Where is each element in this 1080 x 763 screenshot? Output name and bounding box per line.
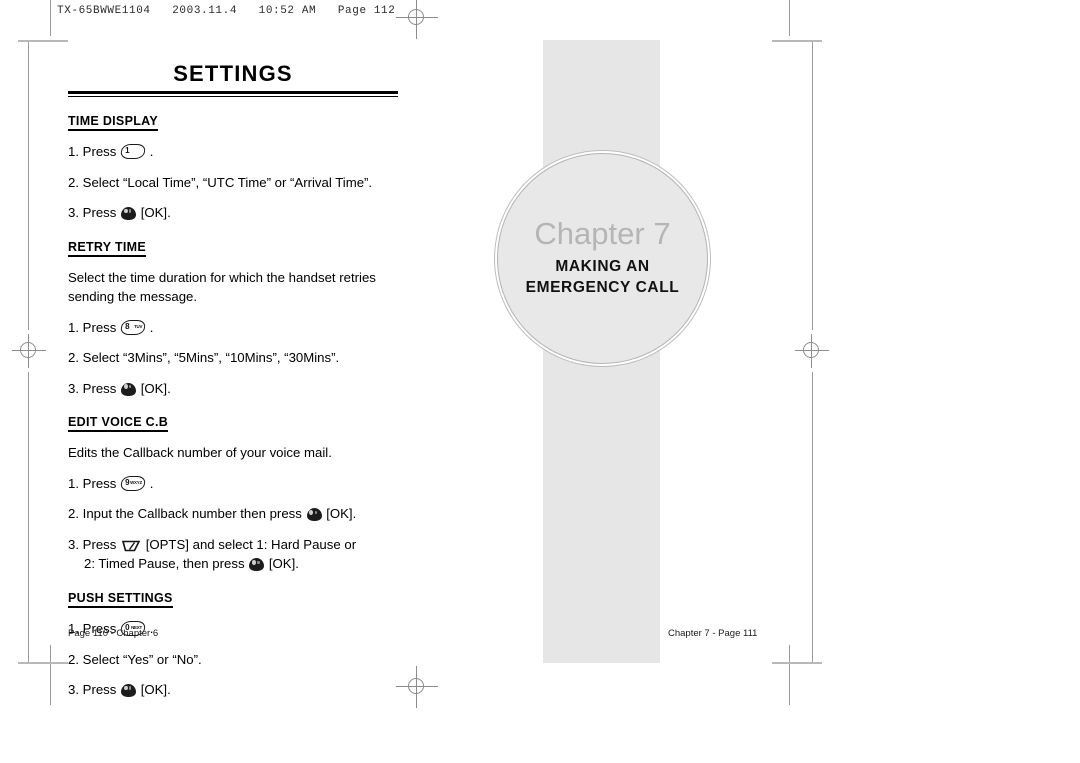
footer-right: Chapter 7 - Page 111 (668, 628, 758, 639)
step-text: 2. Select “3Mins”, “5Mins”, “10Mins”, “3… (68, 350, 340, 366)
key-digit: 1 (125, 146, 130, 156)
chapter-title-line-1: MAKING AN (555, 258, 650, 276)
section-heading: EDIT VOICE C.B (68, 415, 169, 433)
registration-mark-top-center (396, 0, 438, 39)
step-continuation: 2: Timed Pause, then press [OK]. (68, 554, 398, 574)
step-text: 2. Select “Yes” or “No”. (68, 651, 202, 667)
trim-line-left-mid2 (28, 372, 29, 662)
step-text: 2. Input the Callback number then press (68, 506, 302, 522)
step-text-suffix: [OK]. (140, 380, 171, 396)
page-title: SETTINGS (173, 61, 293, 86)
key-sub-label: WXYZ (130, 479, 143, 485)
step-text-suffix: [OPTS] and select 1: Hard Pause or (145, 536, 357, 552)
crop-mark-top-left (18, 40, 68, 42)
step-text: 2. Select “Local Time”, “UTC Time” or “A… (68, 174, 373, 190)
key-ok-icon (121, 684, 137, 698)
key-9-icon: 9 WXYZ (119, 475, 147, 491)
step-continuation-text: 2: Timed Pause, then press (84, 556, 245, 572)
key-sub-label: TUV (133, 323, 143, 329)
left-page: SETTINGS TIME DISPLAY 1. Press 1 . 2. Se… (68, 62, 398, 700)
key-ok-icon (306, 508, 322, 522)
step-text-suffix: . (149, 144, 154, 160)
step-item: 2. Select “Local Time”, “UTC Time” or “A… (68, 173, 398, 193)
step-item: 3. Press [OK]. (68, 680, 398, 700)
crop-mark-bottom-left (18, 662, 68, 664)
plate-header-text: TX-65BWWE1104 2003.11.4 10:52 AM Page 11… (57, 5, 396, 17)
section-heading: TIME DISPLAY (68, 114, 158, 132)
key-digit: 9 (125, 477, 130, 487)
step-text: 3. Press (68, 380, 117, 396)
key-digit: 8 (125, 321, 130, 331)
key-ok-icon (249, 558, 265, 572)
step-text: 1. Press (68, 144, 117, 160)
section-retry-time: RETRY TIME Select the time duration for … (68, 223, 398, 399)
step-text-suffix: [OK]. (140, 682, 171, 698)
step-text: 1. Press (68, 319, 117, 335)
trim-line-left-lower (50, 645, 51, 705)
section-heading: PUSH SETTINGS (68, 591, 173, 608)
registration-mark-bottom-center (396, 666, 438, 708)
section-edit-voice-cb: EDIT VOICE C.B Edits the Callback number… (68, 398, 398, 574)
footer-left: Page 110 - Chapter 6 (68, 628, 159, 639)
crop-mark-top-right (772, 40, 822, 42)
step-item: 3. Press [OK]. (68, 379, 398, 399)
section-time-display: TIME DISPLAY 1. Press 1 . 2. Select “Loc… (68, 97, 398, 223)
section-intro: Edits the Callback number of your voice … (68, 445, 332, 461)
chapter-circle: Chapter 7 MAKING AN EMERGENCY CALL (497, 153, 708, 364)
step-continuation-suffix: [OK]. (268, 556, 299, 572)
step-item: 3. Press [OPTS] and select 1: Hard Pause… (68, 535, 398, 574)
trim-line-right (789, 0, 790, 36)
registration-mark-right (791, 330, 833, 372)
chapter-title: MAKING AN EMERGENCY CALL (526, 257, 680, 299)
step-text-suffix: [OK]. (140, 205, 171, 221)
title-rule-thick (68, 91, 398, 95)
step-text: 3. Press (68, 682, 117, 698)
step-item: 3. Press [OK]. (68, 203, 398, 223)
step-text: 3. Press (68, 536, 117, 552)
step-item: 2. Select “3Mins”, “5Mins”, “10Mins”, “3… (68, 348, 398, 368)
step-text-suffix: . (149, 319, 154, 335)
trim-line-right-lower (789, 645, 790, 705)
section-intro: Select the time duration for which the h… (68, 269, 376, 305)
chapter-title-line-2: EMERGENCY CALL (525, 279, 680, 296)
key-ok-icon (121, 207, 137, 221)
trim-line-left-mid (28, 40, 29, 330)
key-ok-icon (121, 382, 137, 396)
step-text: 1. Press (68, 475, 117, 491)
step-item: 1. Press 8 TUV . (68, 318, 398, 338)
step-item: 2. Select “Yes” or “No”. (68, 650, 398, 670)
key-8-icon: 8 TUV (119, 319, 147, 335)
trim-line-right-mid2 (812, 372, 813, 662)
step-text-suffix: [OK]. (326, 506, 357, 522)
chapter-number-label: Chapter 7 (534, 216, 671, 252)
registration-mark-left (8, 330, 50, 372)
crop-mark-bottom-right (772, 662, 822, 664)
step-item: 2. Input the Callback number then press … (68, 504, 398, 524)
key-opts-icon (121, 540, 141, 552)
key-voicemail-icon: 1 (119, 144, 147, 160)
step-text: 3. Press (68, 205, 117, 221)
step-item: 1. Press 1 . (68, 142, 398, 162)
trim-line-left (50, 0, 51, 36)
step-text-suffix: . (149, 475, 154, 491)
trim-line-right-mid (812, 40, 813, 330)
step-item: 1. Press 9 WXYZ . (68, 474, 398, 494)
section-heading: RETRY TIME (68, 240, 147, 257)
